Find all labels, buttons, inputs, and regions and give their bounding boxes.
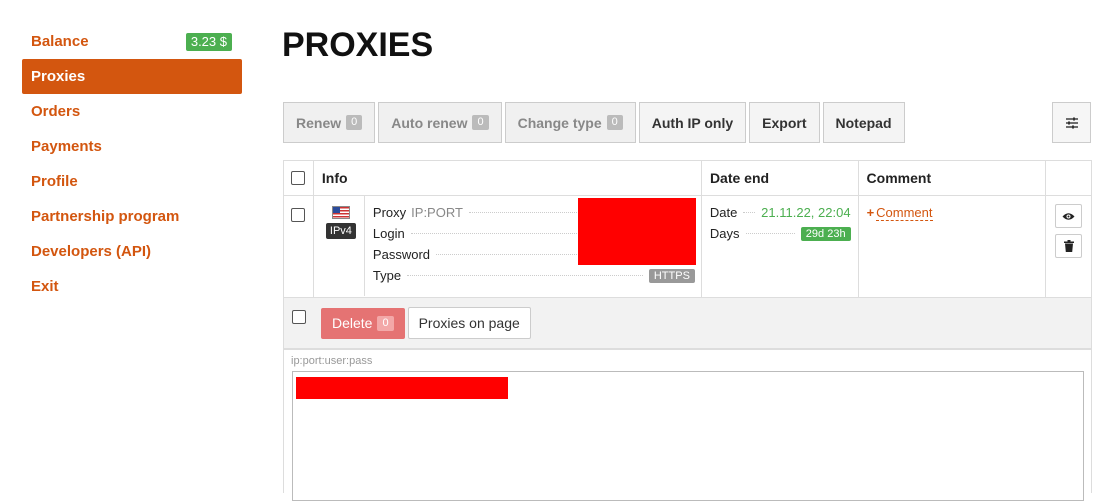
table-row: IPv4 Proxy IP:PORT Login Password Type H… bbox=[284, 196, 1091, 298]
days-left-badge: 29d 23h bbox=[800, 226, 851, 241]
row-comment-cell: + Comment bbox=[859, 196, 1047, 297]
sidebar-item-label: Proxies bbox=[31, 68, 86, 85]
sidebar-item-label: Developers (API) bbox=[31, 243, 152, 260]
export-panel: ip:port:user:pass bbox=[283, 346, 1092, 501]
date-line: Date 21.11.22, 22:04 bbox=[710, 202, 851, 223]
password-label: Password bbox=[372, 247, 430, 262]
proxy-value[interactable]: IP:PORT bbox=[411, 205, 463, 220]
days-line: Days 29d 23h bbox=[710, 223, 851, 244]
change-type-button[interactable]: Change type 0 bbox=[504, 102, 636, 143]
header-comment: Comment bbox=[859, 161, 1047, 195]
header-actions bbox=[1046, 161, 1091, 195]
auto-renew-button[interactable]: Auto renew 0 bbox=[378, 102, 502, 143]
proxy-details: Proxy IP:PORT Login Password Type HTTPS bbox=[372, 198, 696, 286]
add-comment-link[interactable]: + Comment bbox=[866, 205, 933, 221]
row-date-cell: Date 21.11.22, 22:04 Days 29d 23h bbox=[702, 196, 859, 297]
delete-button[interactable]: Delete 0 bbox=[321, 307, 405, 339]
table-footer-row: Delete 0 Proxies on page bbox=[284, 298, 1091, 349]
sidebar-item-orders[interactable]: Orders bbox=[22, 94, 242, 129]
proxy-country: IPv4 bbox=[321, 206, 361, 239]
export-format-label: ip:port:user:pass bbox=[291, 355, 373, 367]
renew-count: 0 bbox=[346, 115, 363, 130]
type-line: Type HTTPS bbox=[373, 265, 695, 286]
balance-badge: 3.23 $ bbox=[185, 33, 232, 51]
us-flag-icon bbox=[331, 206, 350, 219]
auto-renew-label: Auto renew bbox=[391, 114, 468, 131]
eye-icon bbox=[1062, 212, 1075, 220]
proxies-table: Info Date end Comment IPv4 Proxy IP:PORT… bbox=[283, 160, 1092, 350]
proxy-type-badge: HTTPS bbox=[648, 268, 695, 283]
redacted-credentials bbox=[577, 198, 696, 265]
column-settings-button[interactable] bbox=[1052, 102, 1091, 143]
sidebar-item-profile[interactable]: Profile bbox=[22, 164, 242, 199]
sidebar-item-label: Balance bbox=[31, 33, 89, 50]
select-all-checkbox[interactable] bbox=[291, 171, 306, 185]
change-type-count: 0 bbox=[606, 115, 623, 130]
header-info: Info bbox=[314, 161, 702, 195]
sidebar-item-partnership[interactable]: Partnership program bbox=[22, 199, 242, 234]
sidebar-item-label: Payments bbox=[31, 138, 102, 155]
page-title: PROXIES bbox=[282, 26, 434, 64]
auto-renew-count: 0 bbox=[472, 115, 489, 130]
info-divider bbox=[363, 196, 365, 296]
trash-icon bbox=[1063, 240, 1074, 252]
type-label: Type bbox=[372, 268, 402, 283]
dotted-leader bbox=[407, 275, 643, 276]
renew-label: Renew bbox=[296, 114, 342, 131]
row-info-cell: IPv4 Proxy IP:PORT Login Password Type H… bbox=[314, 196, 702, 297]
row-select-cell bbox=[284, 196, 314, 297]
ip-version-badge: IPv4 bbox=[325, 223, 356, 239]
sidebar-item-label: Exit bbox=[31, 278, 59, 295]
renew-button[interactable]: Renew 0 bbox=[283, 102, 376, 143]
sidebar: Balance 3.23 $ Proxies Orders Payments P… bbox=[22, 24, 242, 304]
proxies-on-page-button[interactable]: Proxies on page bbox=[407, 307, 531, 339]
change-type-label: Change type bbox=[517, 114, 602, 131]
redacted-export-text bbox=[296, 377, 508, 399]
select-all-cell bbox=[284, 161, 314, 195]
header-date-end[interactable]: Date end bbox=[702, 161, 859, 195]
sidebar-item-label: Profile bbox=[31, 173, 78, 190]
sidebar-item-exit[interactable]: Exit bbox=[22, 269, 242, 304]
dotted-leader bbox=[743, 212, 756, 213]
proxy-label: Proxy bbox=[372, 205, 407, 220]
comment-link-label: Comment bbox=[876, 205, 933, 221]
sidebar-item-developers[interactable]: Developers (API) bbox=[22, 234, 242, 269]
login-label: Login bbox=[372, 226, 405, 241]
sliders-icon bbox=[1065, 117, 1078, 128]
dotted-leader bbox=[745, 233, 795, 234]
delete-label: Delete bbox=[332, 315, 373, 331]
row-actions-cell bbox=[1046, 196, 1091, 297]
sidebar-item-label: Orders bbox=[31, 103, 81, 120]
footer-select-all-checkbox[interactable] bbox=[292, 310, 306, 324]
view-button[interactable] bbox=[1055, 204, 1083, 228]
sidebar-item-balance[interactable]: Balance 3.23 $ bbox=[22, 24, 242, 59]
sidebar-item-payments[interactable]: Payments bbox=[22, 129, 242, 164]
delete-row-button[interactable] bbox=[1055, 234, 1083, 258]
export-button[interactable]: Export bbox=[749, 102, 820, 143]
date-value: 21.11.22, 22:04 bbox=[761, 205, 851, 220]
notepad-button[interactable]: Notepad bbox=[822, 102, 905, 143]
plus-icon: + bbox=[866, 205, 875, 220]
sidebar-item-label: Partnership program bbox=[31, 208, 180, 225]
auth-ip-only-button[interactable]: Auth IP only bbox=[638, 102, 747, 143]
footer-select-cell bbox=[284, 298, 314, 324]
toolbar: Renew 0 Auto renew 0 Change type 0 Auth … bbox=[283, 102, 908, 143]
export-textarea[interactable] bbox=[292, 371, 1084, 501]
table-header-row: Info Date end Comment bbox=[284, 161, 1091, 196]
date-label: Date bbox=[709, 205, 738, 220]
sidebar-item-proxies[interactable]: Proxies bbox=[22, 59, 242, 94]
row-checkbox[interactable] bbox=[291, 208, 306, 222]
delete-count: 0 bbox=[377, 315, 394, 331]
days-label: Days bbox=[709, 226, 740, 241]
